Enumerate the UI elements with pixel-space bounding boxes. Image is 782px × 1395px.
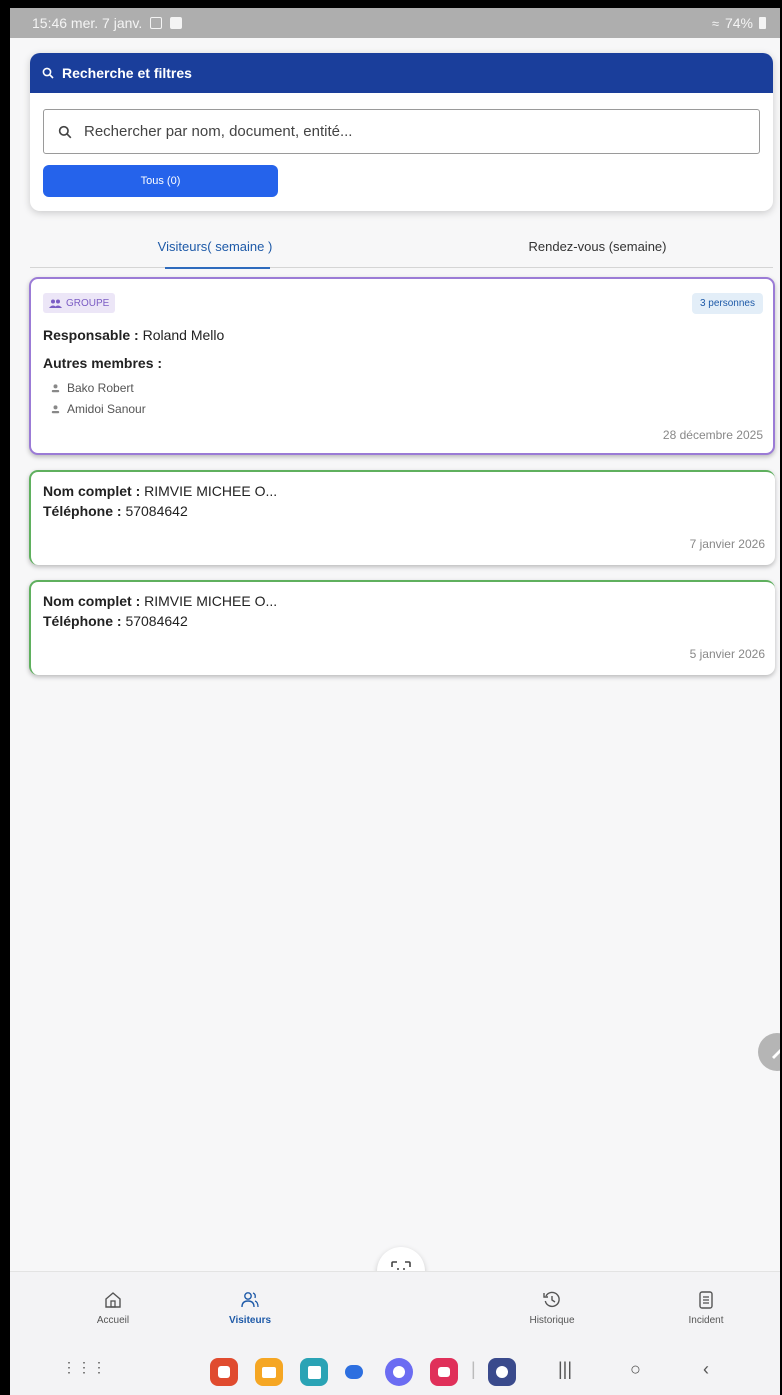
visitor-name: Nom complet : RIMVIE MICHEE O... xyxy=(43,593,277,609)
visitor-date: 7 janvier 2026 xyxy=(689,537,765,551)
pencil-icon xyxy=(772,1049,780,1059)
group-date: 28 décembre 2025 xyxy=(662,428,763,442)
tab-bar: Visiteurs( semaine ) Rendez-vous (semain… xyxy=(30,224,773,269)
back-button[interactable]: ‹ xyxy=(703,1359,709,1380)
nav-accueil[interactable]: Accueil xyxy=(58,1290,168,1326)
person-icon xyxy=(51,404,60,413)
search-icon xyxy=(42,67,54,79)
group-icon xyxy=(49,299,62,308)
phone-label: Téléphone : xyxy=(43,613,122,629)
search-panel-title: Recherche et filtres xyxy=(62,65,192,81)
member-name: Amidoi Sanour xyxy=(67,402,146,416)
nav-incident-label: Incident xyxy=(688,1315,724,1326)
name-value: RIMVIE MICHEE O... xyxy=(144,483,278,499)
tab-visiteurs[interactable]: Visiteurs( semaine ) xyxy=(120,224,310,269)
person-icon xyxy=(51,383,60,392)
nav-visiteurs[interactable]: Visiteurs xyxy=(195,1290,305,1326)
member-item: Bako Robert xyxy=(51,381,134,395)
member-item: Amidoi Sanour xyxy=(51,402,146,416)
messages-app-icon[interactable] xyxy=(343,1358,365,1386)
visitor-card[interactable]: Nom complet : RIMVIE MICHEE O... Télépho… xyxy=(29,470,775,565)
nav-incident[interactable]: Incident xyxy=(651,1290,761,1326)
gallery-notification-icon xyxy=(150,17,163,29)
group-badge: GROUPE xyxy=(43,293,116,313)
internet-app-icon[interactable] xyxy=(385,1358,413,1386)
nav-visiteurs-label: Visiteurs xyxy=(228,1315,272,1326)
phone-value: 57084642 xyxy=(125,613,188,629)
status-time-date: 15:46 mer. 7 janv. xyxy=(32,15,143,31)
visitor-card[interactable]: Nom complet : RIMVIE MICHEE O... Télépho… xyxy=(29,580,775,675)
search-placeholder: Rechercher par nom, document, entité... xyxy=(84,123,353,140)
status-bar: 15:46 mer. 7 janv. ≈ 74% xyxy=(10,8,780,38)
other-members-label: Autres membres : xyxy=(43,355,163,371)
wifi-icon: ≈ xyxy=(711,15,719,31)
battery-icon xyxy=(759,17,766,29)
nav-historique[interactable]: Historique xyxy=(497,1290,607,1326)
users-icon xyxy=(241,1292,259,1308)
android-navigation-bar: ⋮⋮⋮ | ||| ○ ‹ xyxy=(10,1349,780,1395)
visitor-date: 5 janvier 2026 xyxy=(689,647,765,661)
calendar-app-icon[interactable] xyxy=(300,1358,328,1386)
nav-accueil-label: Accueil xyxy=(96,1315,130,1326)
responsable-label: Responsable : xyxy=(43,327,139,343)
camera-app-icon[interactable] xyxy=(430,1358,458,1386)
group-responsable: Responsable : Roland Mello xyxy=(43,327,224,343)
app-drawer-icon[interactable]: ⋮⋮⋮ xyxy=(62,1359,107,1376)
nav-historique-label: Historique xyxy=(529,1315,575,1326)
battery-level: 74% xyxy=(724,15,753,31)
settings-app-icon[interactable] xyxy=(488,1358,516,1386)
divider: | xyxy=(471,1359,476,1379)
recent-apps-button[interactable]: ||| xyxy=(558,1359,572,1380)
tab-rendez-vous[interactable]: Rendez-vous (semaine) xyxy=(485,224,710,268)
responsable-value: Roland Mello xyxy=(142,327,225,343)
search-icon xyxy=(58,125,72,138)
name-value: RIMVIE MICHEE O... xyxy=(144,593,278,609)
bottom-navigation: Accueil Visiteurs Historique Incident xyxy=(10,1271,780,1349)
app-screen: 15:46 mer. 7 janv. ≈ 74% Recherche et fi… xyxy=(10,8,780,1395)
name-label: Nom complet : xyxy=(43,593,141,609)
home-icon xyxy=(105,1292,121,1308)
other-members-heading: Autres membres : xyxy=(43,355,162,371)
notes-app-icon[interactable] xyxy=(210,1358,238,1386)
home-button[interactable]: ○ xyxy=(630,1359,641,1380)
search-input[interactable]: Rechercher par nom, document, entité... xyxy=(43,109,760,154)
member-count-badge: 3 personnes xyxy=(691,293,763,314)
visitor-phone: Téléphone : 57084642 xyxy=(43,613,188,629)
incident-icon xyxy=(699,1291,713,1309)
history-icon xyxy=(543,1291,560,1308)
phone-value: 57084642 xyxy=(125,503,188,519)
group-visitor-card[interactable]: GROUPE 3 personnes Responsable : Roland … xyxy=(29,277,775,455)
files-app-icon[interactable] xyxy=(255,1358,283,1386)
group-badge-label: GROUPE xyxy=(66,297,110,309)
check-notification-icon xyxy=(170,17,183,29)
visitor-name: Nom complet : RIMVIE MICHEE O... xyxy=(43,483,277,499)
search-panel-header[interactable]: Recherche et filtres xyxy=(30,53,773,93)
visitor-phone: Téléphone : 57084642 xyxy=(43,503,188,519)
member-name: Bako Robert xyxy=(67,381,134,395)
name-label: Nom complet : xyxy=(43,483,141,499)
search-filter-panel: Recherche et filtres Rechercher par nom,… xyxy=(30,53,773,211)
phone-label: Téléphone : xyxy=(43,503,122,519)
filter-all-button[interactable]: Tous (0) xyxy=(43,165,278,197)
edit-fab[interactable] xyxy=(758,1033,780,1071)
